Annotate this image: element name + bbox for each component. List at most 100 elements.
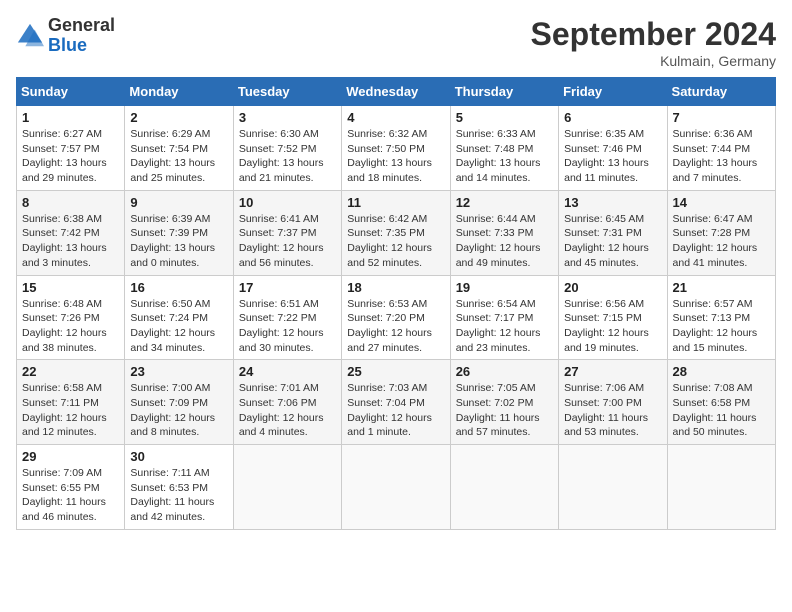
day-info: Sunrise: 6:54 AMSunset: 7:17 PMDaylight:… <box>456 297 553 356</box>
day-info: Sunrise: 6:58 AMSunset: 7:11 PMDaylight:… <box>22 381 119 440</box>
day-info: Sunrise: 6:56 AMSunset: 7:15 PMDaylight:… <box>564 297 661 356</box>
weekday-header-cell: Thursday <box>450 78 558 106</box>
calendar-day-cell <box>450 445 558 530</box>
day-info: Sunrise: 6:27 AMSunset: 7:57 PMDaylight:… <box>22 127 119 186</box>
calendar-day-cell: 12 Sunrise: 6:44 AMSunset: 7:33 PMDayligh… <box>450 190 558 275</box>
day-info: Sunrise: 7:01 AMSunset: 7:06 PMDaylight:… <box>239 381 336 440</box>
day-info: Sunrise: 6:33 AMSunset: 7:48 PMDaylight:… <box>456 127 553 186</box>
day-number: 14 <box>673 195 770 210</box>
day-info: Sunrise: 6:41 AMSunset: 7:37 PMDaylight:… <box>239 212 336 271</box>
weekday-header-cell: Wednesday <box>342 78 450 106</box>
day-number: 18 <box>347 280 444 295</box>
day-number: 6 <box>564 110 661 125</box>
calendar-week-row: 8 Sunrise: 6:38 AMSunset: 7:42 PMDaylight… <box>17 190 776 275</box>
month-title: September 2024 <box>531 16 776 53</box>
calendar-day-cell: 4 Sunrise: 6:32 AMSunset: 7:50 PMDaylight… <box>342 106 450 191</box>
calendar-day-cell: 15Sunrise: 6:48 AMSunset: 7:26 PMDayligh… <box>17 275 125 360</box>
day-number: 2 <box>130 110 227 125</box>
day-info: Sunrise: 6:42 AMSunset: 7:35 PMDaylight:… <box>347 212 444 271</box>
day-info: Sunrise: 6:30 AMSunset: 7:52 PMDaylight:… <box>239 127 336 186</box>
day-info: Sunrise: 6:32 AMSunset: 7:50 PMDaylight:… <box>347 127 444 186</box>
logo-icon <box>16 22 44 50</box>
calendar-body: 1 Sunrise: 6:27 AMSunset: 7:57 PMDaylight… <box>17 106 776 530</box>
day-number: 13 <box>564 195 661 210</box>
day-info: Sunrise: 7:06 AMSunset: 7:00 PMDaylight:… <box>564 381 661 440</box>
calendar-week-row: 29 Sunrise: 7:09 AMSunset: 6:55 PMDayligh… <box>17 445 776 530</box>
calendar-day-cell: 28 Sunrise: 7:08 AMSunset: 6:58 PMDayligh… <box>667 360 775 445</box>
calendar-day-cell: 19 Sunrise: 6:54 AMSunset: 7:17 PMDayligh… <box>450 275 558 360</box>
day-info: Sunrise: 6:57 AMSunset: 7:13 PMDaylight:… <box>673 297 770 356</box>
day-number: 30 <box>130 449 227 464</box>
weekday-header-row: SundayMondayTuesdayWednesdayThursdayFrid… <box>17 78 776 106</box>
day-info: Sunrise: 6:36 AMSunset: 7:44 PMDaylight:… <box>673 127 770 186</box>
day-info: Sunrise: 7:03 AMSunset: 7:04 PMDaylight:… <box>347 381 444 440</box>
day-number: 16 <box>130 280 227 295</box>
calendar-day-cell: 21 Sunrise: 6:57 AMSunset: 7:13 PMDayligh… <box>667 275 775 360</box>
day-info: Sunrise: 6:53 AMSunset: 7:20 PMDaylight:… <box>347 297 444 356</box>
calendar-day-cell: 20 Sunrise: 6:56 AMSunset: 7:15 PMDayligh… <box>559 275 667 360</box>
day-number: 23 <box>130 364 227 379</box>
day-info: Sunrise: 6:44 AMSunset: 7:33 PMDaylight:… <box>456 212 553 271</box>
day-info: Sunrise: 6:48 AMSunset: 7:26 PMDaylight:… <box>22 297 119 356</box>
calendar-table: SundayMondayTuesdayWednesdayThursdayFrid… <box>16 77 776 530</box>
calendar-day-cell: 30 Sunrise: 7:11 AMSunset: 6:53 PMDayligh… <box>125 445 233 530</box>
calendar-day-cell: 29 Sunrise: 7:09 AMSunset: 6:55 PMDayligh… <box>17 445 125 530</box>
day-number: 8 <box>22 195 119 210</box>
logo-general-text: General <box>48 15 115 35</box>
calendar-week-row: 15Sunrise: 6:48 AMSunset: 7:26 PMDayligh… <box>17 275 776 360</box>
logo-blue-text: Blue <box>48 35 87 55</box>
calendar-day-cell: 10 Sunrise: 6:41 AMSunset: 7:37 PMDayligh… <box>233 190 341 275</box>
calendar-day-cell: 8 Sunrise: 6:38 AMSunset: 7:42 PMDaylight… <box>17 190 125 275</box>
day-number: 26 <box>456 364 553 379</box>
calendar-day-cell: 11 Sunrise: 6:42 AMSunset: 7:35 PMDayligh… <box>342 190 450 275</box>
calendar-day-cell: 13 Sunrise: 6:45 AMSunset: 7:31 PMDayligh… <box>559 190 667 275</box>
calendar-day-cell: 9Sunrise: 6:39 AMSunset: 7:39 PMDaylight… <box>125 190 233 275</box>
day-number: 1 <box>22 110 119 125</box>
calendar-day-cell: 1 Sunrise: 6:27 AMSunset: 7:57 PMDaylight… <box>17 106 125 191</box>
day-number: 11 <box>347 195 444 210</box>
day-number: 4 <box>347 110 444 125</box>
calendar-day-cell: 14 Sunrise: 6:47 AMSunset: 7:28 PMDayligh… <box>667 190 775 275</box>
calendar-day-cell: 27Sunrise: 7:06 AMSunset: 7:00 PMDayligh… <box>559 360 667 445</box>
day-info: Sunrise: 6:47 AMSunset: 7:28 PMDaylight:… <box>673 212 770 271</box>
day-number: 22 <box>22 364 119 379</box>
calendar-day-cell: 5 Sunrise: 6:33 AMSunset: 7:48 PMDaylight… <box>450 106 558 191</box>
day-number: 5 <box>456 110 553 125</box>
calendar-day-cell: 7 Sunrise: 6:36 AMSunset: 7:44 PMDaylight… <box>667 106 775 191</box>
calendar-day-cell: 16Sunrise: 6:50 AMSunset: 7:24 PMDayligh… <box>125 275 233 360</box>
day-number: 10 <box>239 195 336 210</box>
day-info: Sunrise: 7:09 AMSunset: 6:55 PMDaylight:… <box>22 466 119 525</box>
day-info: Sunrise: 7:08 AMSunset: 6:58 PMDaylight:… <box>673 381 770 440</box>
day-info: Sunrise: 6:39 AMSunset: 7:39 PMDaylight:… <box>130 212 227 271</box>
calendar-day-cell: 24Sunrise: 7:01 AMSunset: 7:06 PMDayligh… <box>233 360 341 445</box>
calendar-day-cell: 25 Sunrise: 7:03 AMSunset: 7:04 PMDayligh… <box>342 360 450 445</box>
weekday-header-cell: Saturday <box>667 78 775 106</box>
calendar-day-cell <box>559 445 667 530</box>
day-info: Sunrise: 7:05 AMSunset: 7:02 PMDaylight:… <box>456 381 553 440</box>
day-number: 12 <box>456 195 553 210</box>
day-number: 25 <box>347 364 444 379</box>
day-number: 20 <box>564 280 661 295</box>
calendar-day-cell: 2Sunrise: 6:29 AMSunset: 7:54 PMDaylight… <box>125 106 233 191</box>
location-subtitle: Kulmain, Germany <box>531 53 776 69</box>
calendar-week-row: 1 Sunrise: 6:27 AMSunset: 7:57 PMDaylight… <box>17 106 776 191</box>
day-number: 3 <box>239 110 336 125</box>
day-number: 17 <box>239 280 336 295</box>
weekday-header-cell: Sunday <box>17 78 125 106</box>
day-info: Sunrise: 7:11 AMSunset: 6:53 PMDaylight:… <box>130 466 227 525</box>
calendar-day-cell: 18 Sunrise: 6:53 AMSunset: 7:20 PMDayligh… <box>342 275 450 360</box>
day-number: 19 <box>456 280 553 295</box>
calendar-day-cell: 22 Sunrise: 6:58 AMSunset: 7:11 PMDayligh… <box>17 360 125 445</box>
day-number: 21 <box>673 280 770 295</box>
day-number: 7 <box>673 110 770 125</box>
day-number: 29 <box>22 449 119 464</box>
calendar-day-cell: 23Sunrise: 7:00 AMSunset: 7:09 PMDayligh… <box>125 360 233 445</box>
day-number: 28 <box>673 364 770 379</box>
day-info: Sunrise: 6:38 AMSunset: 7:42 PMDaylight:… <box>22 212 119 271</box>
page-header: General Blue September 2024 Kulmain, Ger… <box>16 16 776 69</box>
title-block: September 2024 Kulmain, Germany <box>531 16 776 69</box>
calendar-day-cell: 17Sunrise: 6:51 AMSunset: 7:22 PMDayligh… <box>233 275 341 360</box>
day-info: Sunrise: 6:45 AMSunset: 7:31 PMDaylight:… <box>564 212 661 271</box>
calendar-week-row: 22 Sunrise: 6:58 AMSunset: 7:11 PMDayligh… <box>17 360 776 445</box>
logo: General Blue <box>16 16 115 56</box>
